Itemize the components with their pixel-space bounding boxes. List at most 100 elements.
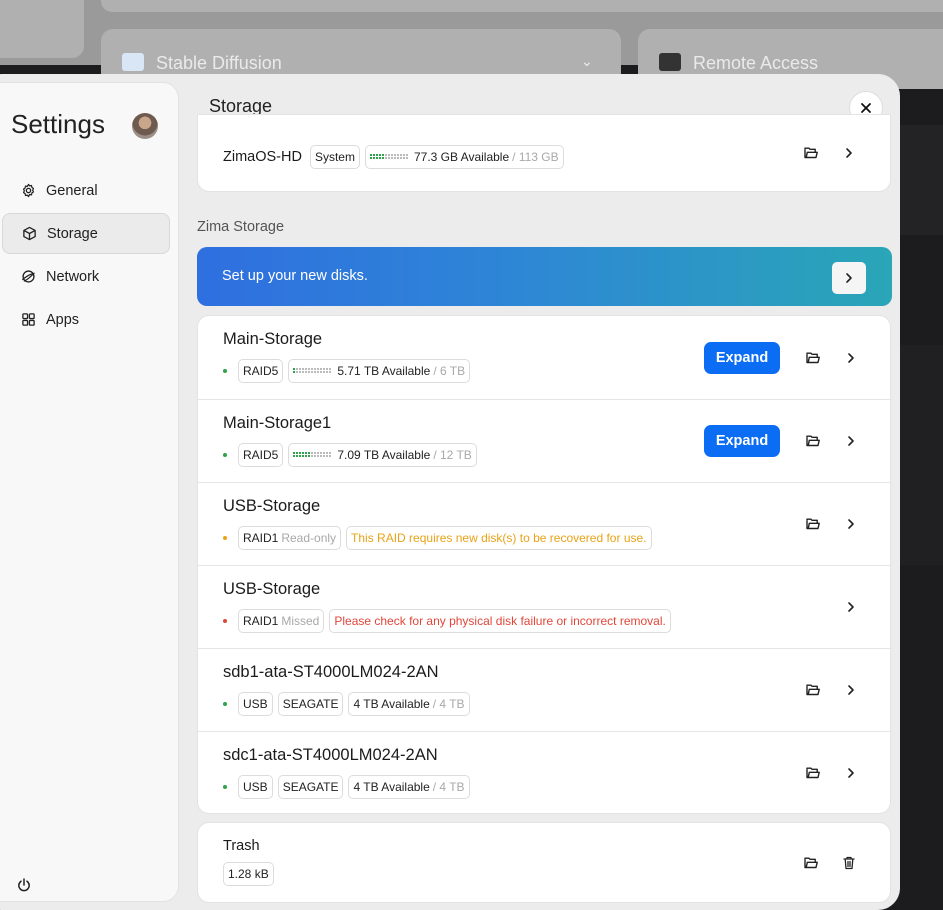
banner-text: Set up your new disks.: [222, 268, 368, 284]
usage-bars: [293, 367, 332, 375]
disk-name: ZimaOS-HD: [223, 149, 302, 165]
raid-tag: RAID5: [238, 359, 284, 383]
details-button[interactable]: [832, 675, 870, 705]
open-folder-button[interactable]: [794, 509, 832, 539]
section-label-zima-storage: Zima Storage: [197, 219, 285, 235]
tile-label: Stable Diffusion: [156, 53, 282, 73]
row-actions: [794, 649, 892, 731]
avatar[interactable]: [132, 113, 158, 139]
expand-button[interactable]: Expand: [704, 341, 780, 374]
chevron-right-icon: [846, 148, 852, 158]
row-actions: [832, 566, 892, 648]
available-text: 4 TB Available: [353, 780, 430, 794]
sidebar-item-label: General: [46, 182, 98, 199]
row-actions: [794, 483, 892, 565]
setup-disks-banner[interactable]: Set up your new disks.: [197, 247, 892, 306]
background-app-tile: [101, 0, 943, 12]
details-button[interactable]: [832, 343, 870, 373]
details-button[interactable]: [832, 509, 870, 539]
sidebar-item-general[interactable]: General: [2, 170, 170, 211]
details-button[interactable]: [832, 426, 870, 456]
open-folder-button[interactable]: [794, 758, 832, 788]
storage-row[interactable]: Main-Storage RAID5 5.71 TB Available / 6…: [198, 316, 892, 399]
storage-name: Main-Storage: [223, 330, 323, 348]
banner-next-button[interactable]: [832, 262, 866, 294]
warning-message: This RAID requires new disk(s) to be rec…: [346, 526, 652, 550]
expand-button[interactable]: Expand: [704, 425, 780, 457]
settings-modal: Settings General Storage Network Apps St…: [0, 74, 900, 910]
storage-name: sdc1-ata-ST4000LM024-2AN: [223, 746, 438, 764]
row-actions: Expand: [704, 400, 892, 482]
open-folder-button[interactable]: [792, 138, 830, 168]
open-folder-button[interactable]: [792, 848, 830, 878]
open-folder-button[interactable]: [794, 426, 832, 456]
total-text: / 4 TB: [432, 780, 465, 794]
capacity-tag: 4 TB Available / 4 TB: [348, 775, 470, 799]
capacity-tag: 77.3 GB Available / 113 GB: [364, 145, 564, 169]
sidebar-title: Settings: [11, 109, 105, 139]
available-text: 7.09 TB Available: [337, 448, 431, 462]
empty-trash-button[interactable]: [830, 848, 868, 878]
storage-row[interactable]: USB-Storage RAID1 Read-only This RAID re…: [198, 482, 892, 565]
background-app-tile: [0, 0, 84, 58]
chevron-right-icon: [846, 273, 852, 283]
status-dot: [223, 785, 227, 789]
sidebar-item-label: Network: [46, 268, 100, 285]
sidebar-item-storage[interactable]: Storage: [2, 213, 170, 254]
trash-icon: [843, 856, 855, 869]
sidebar-item-label: Apps: [46, 311, 80, 328]
system-disk-card[interactable]: ZimaOS-HD System 77.3 GB Available / 113…: [197, 114, 891, 192]
chevron-right-icon: [848, 352, 854, 363]
storage-name: USB-Storage: [223, 580, 321, 598]
storage-name: Main-Storage1: [223, 414, 332, 432]
details-button[interactable]: [830, 138, 868, 168]
storage-tags: USB SEAGATE 4 TB Available / 4 TB: [223, 775, 470, 799]
storage-tags: USB SEAGATE 4 TB Available / 4 TB: [223, 692, 470, 716]
storage-row[interactable]: Main-Storage1 RAID5 7.09 TB Available / …: [198, 399, 892, 482]
available-text: 77.3 GB Available: [413, 150, 510, 164]
sidebar-item-network[interactable]: Network: [2, 256, 170, 297]
usage-bars: [369, 153, 408, 161]
trash-tags: 1.28 kB: [223, 862, 274, 886]
raid-tag: RAID1 Missed: [238, 609, 325, 633]
trash-card[interactable]: Trash 1.28 kB: [197, 822, 891, 903]
folder-icon: [804, 857, 818, 868]
bus-tag: USB: [238, 692, 273, 716]
tile-label: Remote Access: [693, 53, 819, 73]
trash-size: 1.28 kB: [223, 862, 274, 886]
details-button[interactable]: [832, 758, 870, 788]
trash-title: Trash: [223, 838, 260, 854]
open-folder-button[interactable]: [794, 343, 832, 373]
capacity-tag: 5.71 TB Available / 6 TB: [288, 359, 471, 383]
capacity-tag: 4 TB Available / 4 TB: [348, 692, 470, 716]
raid-level: RAID1: [243, 531, 279, 545]
chevron-right-icon: [848, 685, 854, 695]
details-button[interactable]: [832, 592, 870, 622]
status-dot: [223, 369, 227, 373]
row-actions: [794, 732, 892, 814]
storage-row[interactable]: sdc1-ata-ST4000LM024-2AN USB SEAGATE 4 T…: [198, 731, 892, 814]
total-text: / 6 TB: [433, 364, 466, 378]
total-text: / 4 TB: [432, 697, 465, 711]
open-folder-button[interactable]: [794, 675, 832, 705]
sidebar-item-apps[interactable]: Apps: [2, 299, 170, 340]
storage-tags: RAID1 Missed Please check for any physic…: [223, 609, 671, 633]
system-disk-info: ZimaOS-HD System 77.3 GB Available / 113…: [223, 145, 564, 169]
storage-tags: RAID1 Read-only This RAID requires new d…: [223, 526, 652, 550]
folder-icon: [806, 518, 820, 530]
power-icon[interactable]: [16, 877, 32, 893]
stable-diffusion-icon: [122, 53, 144, 71]
storage-row[interactable]: USB-Storage RAID1 Missed Please check fo…: [198, 565, 892, 648]
status-dot: [223, 702, 227, 706]
row-actions: [792, 115, 890, 191]
storage-tags: RAID5 7.09 TB Available / 12 TB: [223, 443, 477, 467]
folder-icon: [804, 147, 818, 159]
storage-row[interactable]: sdb1-ata-ST4000LM024-2AN USB SEAGATE 4 T…: [198, 648, 892, 731]
sidebar-item-label: Storage: [47, 225, 98, 242]
remote-access-icon: [659, 53, 681, 71]
chevron-right-icon: [848, 519, 854, 529]
capacity-tag: 7.09 TB Available / 12 TB: [288, 443, 477, 467]
storage-name: USB-Storage: [223, 497, 321, 515]
close-icon: [861, 103, 871, 113]
cube-icon: [21, 226, 37, 242]
